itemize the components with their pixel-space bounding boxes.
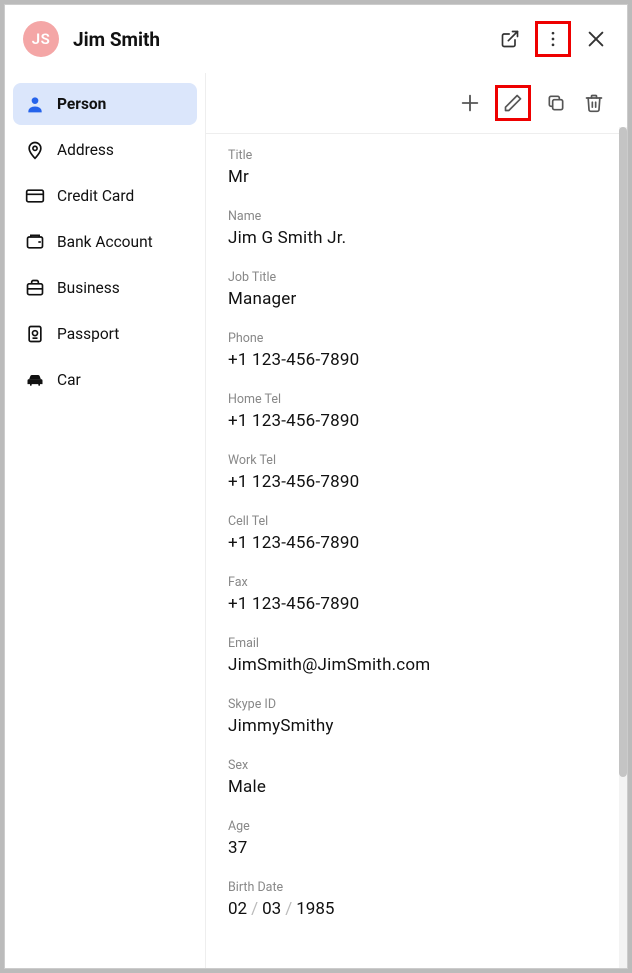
sidebar-item-label: Person <box>57 95 106 113</box>
more-menu-highlight <box>535 21 571 57</box>
sidebar-item-credit-card[interactable]: Credit Card <box>13 175 197 217</box>
trash-icon[interactable] <box>581 90 607 116</box>
sidebar-item-label: Car <box>57 371 81 389</box>
field-label: Skype ID <box>228 697 605 712</box>
field-value: Jim G Smith Jr. <box>228 228 605 248</box>
field-label: Phone <box>228 331 605 346</box>
edit-button-highlight <box>495 85 531 121</box>
main-panel: Title Mr Name Jim G Smith Jr. Job Title Man… <box>205 73 627 968</box>
map-pin-icon <box>25 140 45 160</box>
more-vertical-icon[interactable] <box>540 26 566 52</box>
sidebar-item-label: Business <box>57 279 120 297</box>
briefcase-icon <box>25 278 45 298</box>
car-icon <box>25 370 45 390</box>
field-value: +1 123-456-7890 <box>228 472 605 492</box>
field-value: +1 123-456-7890 <box>228 350 605 370</box>
toolbar <box>206 73 627 134</box>
field-value: 37 <box>228 838 605 858</box>
field-label: Email <box>228 636 605 651</box>
add-icon[interactable] <box>457 90 483 116</box>
field-value: Male <box>228 777 605 797</box>
field-label: Home Tel <box>228 392 605 407</box>
fields: Title Mr Name Jim G Smith Jr. Job Title Man… <box>206 134 627 941</box>
header: JS Jim Smith <box>5 5 627 73</box>
copy-icon[interactable] <box>543 90 569 116</box>
field-value: +1 123-456-7890 <box>228 533 605 553</box>
passport-icon <box>25 324 45 344</box>
field-value: +1 123-456-7890 <box>228 594 605 614</box>
field-value: Mr <box>228 167 605 187</box>
field-label: Birth Date <box>228 880 605 895</box>
field-value: +1 123-456-7890 <box>228 411 605 431</box>
sidebar-item-person[interactable]: Person <box>13 83 197 125</box>
field-value: Manager <box>228 289 605 309</box>
field-value: JimmySmithy <box>228 716 605 736</box>
field-label: Cell Tel <box>228 514 605 529</box>
field-label: Job Title <box>228 270 605 285</box>
close-icon[interactable] <box>583 26 609 52</box>
person-icon <box>25 94 45 114</box>
scrollbar[interactable] <box>619 127 627 968</box>
wallet-icon <box>25 232 45 252</box>
sidebar-item-address[interactable]: Address <box>13 129 197 171</box>
sidebar-item-label: Passport <box>57 325 119 343</box>
sidebar-item-label: Address <box>57 141 114 159</box>
scrollbar-thumb[interactable] <box>619 127 627 777</box>
sidebar-item-passport[interactable]: Passport <box>13 313 197 355</box>
field-label: Work Tel <box>228 453 605 468</box>
sidebar-item-bank-account[interactable]: Bank Account <box>13 221 197 263</box>
field-label: Name <box>228 209 605 224</box>
sidebar-item-label: Credit Card <box>57 187 134 205</box>
sidebar-item-label: Bank Account <box>57 233 153 251</box>
page-title: Jim Smith <box>73 28 483 51</box>
open-external-icon[interactable] <box>497 26 523 52</box>
edit-icon[interactable] <box>500 90 526 116</box>
credit-card-icon <box>25 186 45 206</box>
field-label: Age <box>228 819 605 834</box>
field-label: Fax <box>228 575 605 590</box>
sidebar-item-business[interactable]: Business <box>13 267 197 309</box>
field-value: JimSmith@JimSmith.com <box>228 655 605 675</box>
field-label: Sex <box>228 758 605 773</box>
avatar: JS <box>23 21 59 57</box>
birth-date-value: 02/03/1985 <box>228 899 605 919</box>
field-label: Title <box>228 148 605 163</box>
sidebar: Person Address Credit Card Bank Account <box>5 73 205 968</box>
sidebar-item-car[interactable]: Car <box>13 359 197 401</box>
